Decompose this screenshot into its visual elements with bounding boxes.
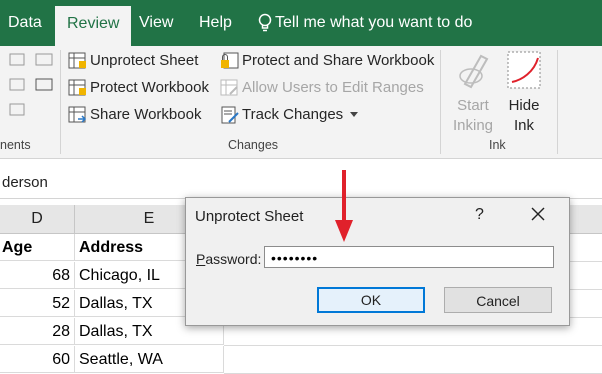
ribbon-tab-bar: Data Review View Help Tell me what you w…	[0, 0, 602, 46]
cell-age[interactable]: 28	[0, 318, 75, 345]
cell-age[interactable]: 60	[0, 346, 75, 373]
pen-icon	[459, 54, 489, 89]
track-changes-button[interactable]: Track Changes	[220, 103, 359, 127]
changes-group-label: Changes	[228, 138, 279, 152]
protect-workbook-icon	[68, 79, 86, 96]
header-cell-age[interactable]: Age	[0, 234, 75, 261]
allow-users-edit-ranges-label: Allow Users to Edit Ranges	[242, 79, 424, 96]
start-inking-label-1: Start	[457, 97, 489, 114]
share-workbook-button[interactable]: Share Workbook	[68, 103, 201, 127]
protect-and-share-label: Protect and Share Workbook	[242, 52, 435, 69]
tab-view[interactable]: View	[139, 0, 173, 46]
protect-workbook-button[interactable]: Protect Workbook	[68, 76, 209, 100]
separator	[557, 50, 558, 154]
ok-button[interactable]: OK	[317, 287, 425, 313]
help-button[interactable]: ?	[475, 206, 484, 224]
separator	[60, 50, 61, 154]
cell-address[interactable]: Seattle, WA	[75, 346, 224, 373]
protect-and-share-icon	[221, 52, 239, 69]
track-changes-icon	[221, 106, 239, 124]
protect-workbook-label: Protect Workbook	[90, 79, 209, 96]
track-changes-label: Track Changes	[242, 106, 344, 123]
hide-ink-icon	[507, 51, 541, 89]
unprotect-sheet-icon	[68, 52, 86, 69]
cell-age[interactable]: 68	[0, 262, 75, 289]
tab-data[interactable]: Data	[8, 0, 42, 46]
password-label-text: assword:	[205, 251, 262, 267]
start-inking-button[interactable]: Start Inking	[448, 50, 498, 136]
unprotect-sheet-button[interactable]: Unprotect Sheet	[68, 49, 198, 73]
allow-users-edit-ranges-icon	[220, 79, 238, 96]
cell-age[interactable]: 52	[0, 290, 75, 317]
tell-me-label: Tell me what you want to do	[275, 14, 473, 31]
hide-ink-label-1: Hide	[508, 97, 540, 114]
dialog-title: Unprotect Sheet	[195, 208, 304, 225]
comments-group-icons	[9, 53, 53, 116]
password-label: Password:	[196, 251, 261, 267]
hide-ink-button[interactable]: Hide Ink	[500, 50, 548, 136]
empty-cells[interactable]	[224, 346, 602, 374]
tell-me-search[interactable]: Tell me what you want to do	[258, 0, 472, 46]
unprotect-sheet-dialog: Unprotect Sheet ? Password: •••••••• OK …	[185, 197, 570, 326]
share-workbook-label: Share Workbook	[90, 106, 202, 123]
close-icon[interactable]	[528, 204, 548, 224]
password-label-accelerator: P	[196, 251, 206, 267]
annotation-arrow-icon	[335, 170, 353, 242]
column-header-d[interactable]: D	[0, 205, 75, 234]
ribbon: nents Unprotect Sheet Protect Workbook S…	[0, 46, 602, 159]
share-workbook-icon	[68, 106, 87, 123]
unprotect-sheet-label: Unprotect Sheet	[90, 52, 199, 69]
protect-and-share-button[interactable]: Protect and Share Workbook	[220, 49, 434, 73]
chevron-down-icon	[350, 112, 359, 118]
formula-bar-value: derson	[2, 174, 48, 191]
tab-help[interactable]: Help	[199, 0, 232, 46]
allow-users-edit-ranges-button[interactable]: Allow Users to Edit Ranges	[220, 76, 424, 100]
separator	[440, 50, 441, 154]
cancel-button[interactable]: Cancel	[444, 287, 552, 313]
lightbulb-icon	[258, 13, 272, 32]
password-input[interactable]: ••••••••	[264, 246, 554, 268]
hide-ink-label-2: Ink	[513, 117, 534, 134]
start-inking-label-2: Inking	[452, 117, 494, 134]
comments-group-label: nents	[0, 138, 31, 152]
ink-group-label: Ink	[489, 138, 506, 152]
formula-bar[interactable]: derson	[0, 168, 602, 199]
tab-review[interactable]: Review	[55, 6, 132, 46]
